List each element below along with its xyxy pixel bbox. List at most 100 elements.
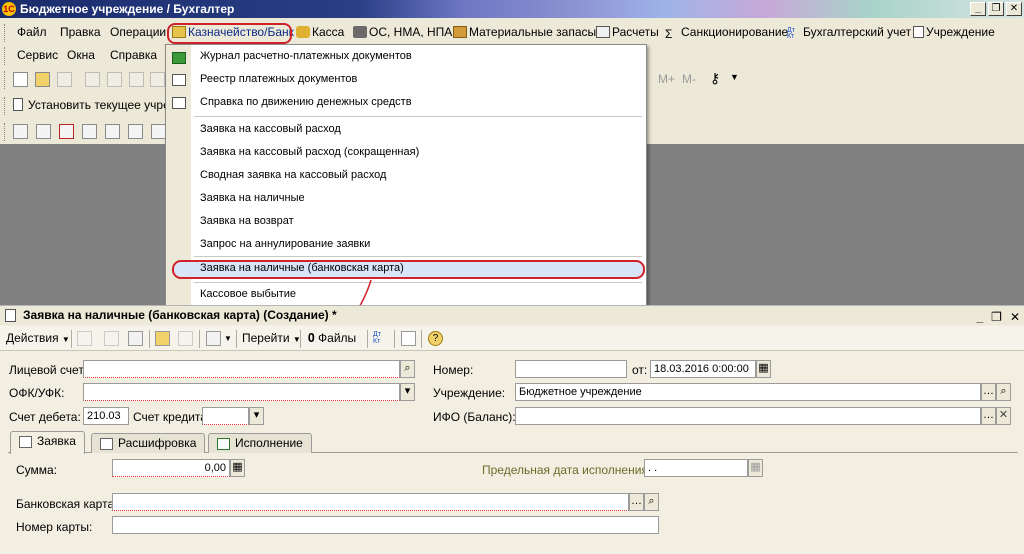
calculator-icon[interactable]: ▦: [230, 459, 245, 477]
card-number-field[interactable]: [112, 516, 659, 534]
menu-operations[interactable]: Операции: [110, 25, 166, 39]
menu-materials[interactable]: Материальные запасы: [453, 25, 596, 39]
menu-windows[interactable]: Окна: [67, 48, 95, 62]
new-document-icon[interactable]: [13, 72, 28, 87]
deadline-field[interactable]: . .: [644, 459, 748, 477]
report-icon[interactable]: [36, 124, 51, 139]
tab-execution-label: Исполнение: [235, 436, 303, 450]
close-button[interactable]: ✕: [1006, 2, 1022, 16]
add-copy-icon[interactable]: [128, 331, 143, 346]
dropdown-item-cash-expense[interactable]: Заявка на кассовый расход: [200, 123, 341, 135]
institution-field[interactable]: Бюджетное учреждение: [515, 383, 981, 401]
menu-accounting[interactable]: Дт Кт Бухгалтерский учет: [787, 25, 911, 40]
menu-cash[interactable]: Касса: [296, 25, 344, 39]
card-search-icon[interactable]: ⌕: [644, 493, 659, 511]
doc-minimize-button[interactable]: _: [976, 308, 983, 327]
menu-institution[interactable]: Учреждение: [913, 25, 995, 39]
menu-cash-label: Касса: [312, 25, 345, 39]
debit-field[interactable]: 210.03: [83, 407, 129, 425]
menu-file[interactable]: Файл: [17, 25, 47, 39]
based-on-dropdown-icon[interactable]: ▼: [224, 334, 232, 343]
menu-help[interactable]: Справка: [110, 48, 157, 62]
users-report-icon[interactable]: [105, 124, 120, 139]
dropdown-item-bank-card-request[interactable]: Заявка на наличные (банковская карта): [200, 262, 404, 274]
document-title-bar: Заявка на наличные (банковская карта) (С…: [0, 306, 1024, 325]
account-field[interactable]: [83, 360, 400, 378]
document-icon: [13, 98, 23, 111]
table-text-icon[interactable]: [151, 124, 166, 139]
menu2-grip[interactable]: [4, 47, 7, 65]
chart-icon[interactable]: [59, 124, 74, 139]
based-on-icon[interactable]: [206, 331, 221, 346]
save-icon[interactable]: [57, 72, 72, 87]
memory-subtract-button[interactable]: M-: [682, 72, 696, 86]
toolbar-separator: [421, 330, 422, 348]
credit-dropdown-icon[interactable]: ▾: [249, 407, 264, 425]
tab-execution[interactable]: Исполнение: [208, 433, 312, 453]
copy-icon[interactable]: [107, 72, 122, 87]
minimize-button[interactable]: _: [970, 2, 986, 16]
menu-settlements[interactable]: Расчеты: [596, 25, 659, 39]
menu-sanction[interactable]: Σ Санкционирование: [665, 25, 788, 40]
dropdown-separator: [194, 256, 642, 257]
dropdown-item-cashflow[interactable]: Справка по движению денежных средств: [200, 96, 412, 108]
help-icon[interactable]: ?: [428, 331, 443, 346]
card-select-button[interactable]: …: [629, 493, 644, 511]
toolbar2-grip[interactable]: [4, 97, 7, 115]
credit-field[interactable]: [202, 407, 249, 425]
toolbar3-grip[interactable]: [4, 123, 7, 141]
institution-select-button[interactable]: …: [981, 383, 996, 401]
open-folder-icon[interactable]: [35, 72, 50, 87]
dropdown-item-cash-expense-short[interactable]: Заявка на кассовый расход (сокращенная): [200, 146, 419, 158]
dropdown-item-cash-disposal[interactable]: Кассовое выбытие: [200, 288, 296, 300]
dropdown-item-cancel-request[interactable]: Запрос на аннулирование заявки: [200, 238, 370, 250]
copy-row-icon[interactable]: [104, 331, 119, 346]
users-icon[interactable]: [82, 124, 97, 139]
tab-request[interactable]: Заявка: [10, 431, 85, 454]
dropdown-item-cash-request[interactable]: Заявка на наличные: [200, 192, 305, 204]
paste-icon[interactable]: [129, 72, 144, 87]
dropdown-item-refund[interactable]: Заявка на возврат: [200, 215, 294, 227]
dropdown-item-registry[interactable]: Реестр платежных документов: [200, 73, 357, 85]
doc-close-button[interactable]: ✕: [1010, 308, 1020, 327]
date-field[interactable]: 18.03.2016 0:00:00: [650, 360, 756, 378]
deadline-calendar-icon[interactable]: ▦: [748, 459, 763, 477]
find-icon[interactable]: [150, 72, 165, 87]
ofk-dropdown-icon[interactable]: ▾: [400, 383, 415, 401]
menu-fixed-assets[interactable]: ОС, НМА, НПА: [353, 25, 452, 39]
ifo-field[interactable]: [515, 407, 981, 425]
ifo-clear-icon[interactable]: ✕: [996, 407, 1011, 425]
dropdown-item-summary-cash-expense[interactable]: Сводная заявка на кассовый расход: [200, 169, 386, 181]
memory-add-button[interactable]: M+: [658, 72, 675, 86]
menu-grip[interactable]: [4, 24, 7, 42]
restore-button[interactable]: ❐: [988, 2, 1004, 16]
toolbar-dropdown-icon[interactable]: ▼: [730, 72, 739, 82]
calendar-icon[interactable]: ▦: [756, 360, 771, 378]
files-button[interactable]: 𝟎 Файлы: [308, 331, 356, 346]
dropdown-item-journal[interactable]: Журнал расчетно-платежных документов: [200, 50, 412, 62]
account-search-icon[interactable]: ⌕: [400, 360, 415, 378]
unpost-document-icon[interactable]: [178, 331, 193, 346]
menu-service[interactable]: Сервис: [17, 48, 58, 62]
post-document-icon[interactable]: [155, 331, 170, 346]
goto-menu-button[interactable]: Перейти ▼: [242, 331, 301, 345]
institution-search-icon[interactable]: ⌕: [996, 383, 1011, 401]
card-field[interactable]: [112, 493, 629, 511]
cut-icon[interactable]: [85, 72, 100, 87]
menu-edit[interactable]: Правка: [60, 25, 101, 39]
ifo-select-button[interactable]: …: [981, 407, 996, 425]
tab-breakdown[interactable]: Расшифровка: [91, 433, 206, 453]
print-form-icon[interactable]: [401, 331, 416, 346]
add-row-icon[interactable]: [77, 331, 92, 346]
set-current-institution-button[interactable]: Установить текущее учреж: [13, 98, 178, 112]
table-icon[interactable]: [128, 124, 143, 139]
sum-field[interactable]: 0,00: [112, 459, 230, 477]
number-field[interactable]: [515, 360, 627, 378]
actions-menu-button[interactable]: Действия ▼: [6, 331, 70, 345]
report-icon[interactable]: [13, 124, 28, 139]
dtkt-icon[interactable]: Дт Кт: [373, 331, 381, 345]
tools-icon[interactable]: ⚷: [710, 70, 720, 87]
ofk-field[interactable]: [83, 383, 400, 401]
doc-restore-button[interactable]: ❐: [991, 308, 1002, 327]
toolbar-grip[interactable]: [4, 71, 7, 89]
